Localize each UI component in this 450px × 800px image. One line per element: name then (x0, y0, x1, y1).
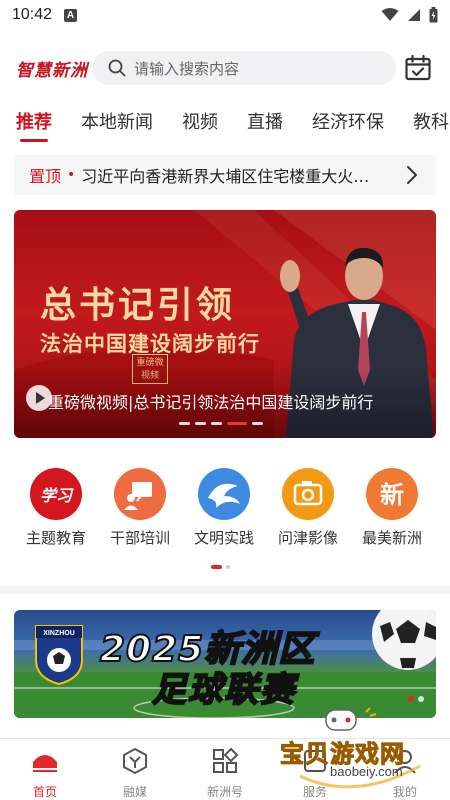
xuexi-icon: 学习 (30, 468, 82, 520)
section-divider (0, 586, 450, 594)
status-indicators (381, 7, 438, 23)
pagination-dot-active[interactable] (227, 422, 247, 425)
quick-entry-civilization-practice[interactable]: 文明实践 (182, 468, 266, 548)
quick-entry-theme-education[interactable]: 学习 主题教育 (14, 468, 98, 548)
pinned-headline: 习近平向香港新界大埔区住宅楼重大火灾遇难者表示深切哀悼 (81, 167, 386, 186)
tab-video[interactable]: 视频 (182, 104, 218, 144)
team-badge-icon: XINZHOU (35, 625, 83, 686)
category-tabs: 推荐 本地新闻 视频 直播 经济环保 教科 (0, 104, 450, 144)
nav-home[interactable]: 首页 (0, 739, 90, 800)
banner-pagination (179, 422, 263, 425)
watermark-url: baobeiy.com (330, 764, 403, 779)
nav-label: 融媒 (122, 785, 147, 799)
pinned-news-item[interactable]: 置顶 • 习近平向香港新界大埔区住宅楼重大火灾遇难者表示深切哀悼 (14, 155, 436, 195)
status-time: 10:42 (12, 6, 53, 23)
banner-caption: 重磅微视频|总书记引领法治中国建设阔步前行 (48, 393, 374, 412)
search-input[interactable]: 请输入搜索内容 (92, 51, 396, 85)
tab-recommend[interactable]: 推荐 (16, 104, 52, 144)
pagination-dot-active[interactable] (211, 565, 222, 569)
chevron-right-icon (407, 166, 417, 184)
banner-carousel[interactable]: 总书记引领 法治中国建设阔步前行 重磅微视频 重磅微视频|总书记引领法治中国建设… (14, 210, 436, 438)
quick-entry-wenjin-images[interactable]: 问津影像 (266, 468, 350, 548)
quick-entry-label: 文明实践 (193, 529, 254, 547)
pagination-dot[interactable] (195, 422, 206, 425)
quick-entry-label: 主题教育 (25, 529, 86, 547)
quick-entry-beautiful-xinzhou[interactable]: 新 最美新洲 (350, 468, 434, 548)
pagination-dot-active[interactable] (408, 696, 414, 702)
tab-live[interactable]: 直播 (247, 104, 283, 144)
xin-icon: 新 (366, 468, 418, 520)
tab-economy-environment[interactable]: 经济环保 (312, 104, 384, 144)
soccer-ball-icon (372, 610, 436, 670)
tab-education[interactable]: 教科 (413, 104, 449, 144)
quick-entry-cadre-training[interactable]: 干部培训 (98, 468, 182, 548)
pinned-tag: 置顶 (29, 167, 62, 186)
quick-entry-label: 问津影像 (277, 529, 338, 547)
quick-entry-label: 最美新洲 (361, 529, 422, 547)
battery-icon (429, 7, 438, 23)
nav-xinzhou-account[interactable]: 新洲号 (180, 739, 270, 800)
media-icon (123, 747, 147, 775)
pagination-dot[interactable] (252, 422, 263, 425)
site-watermark: 宝贝游戏网 baobeiy.com (270, 706, 440, 798)
team-badge-text: XINZHOU (43, 630, 75, 637)
app-header: 智慧新洲 请输入搜索内容 (0, 50, 450, 88)
quick-entry-grid: 学习 主题教育 干部培训 文明实践 问津影像 新 最美新洲 (0, 468, 450, 558)
wifi-icon (381, 8, 399, 21)
apps-icon (213, 747, 239, 773)
status-bar: 10:42 A (0, 0, 450, 30)
svg-text:学习: 学习 (40, 486, 74, 505)
notification-icon: A (64, 8, 78, 22)
pinned-separator: • (67, 167, 76, 183)
pagination-dot[interactable] (211, 422, 222, 425)
civilization-icon (198, 468, 250, 520)
search-placeholder: 请输入搜索内容 (134, 59, 240, 78)
calendar-check-icon[interactable] (404, 54, 432, 82)
pagination-dot[interactable] (179, 422, 190, 425)
svg-text:新: 新 (380, 480, 404, 509)
nav-media[interactable]: 融媒 (90, 739, 180, 800)
camera-icon (282, 468, 334, 520)
search-icon (108, 59, 126, 77)
pagination-dot[interactable] (418, 696, 424, 702)
pagination-dot[interactable] (226, 565, 230, 569)
tab-local-news[interactable]: 本地新闻 (81, 104, 153, 144)
banner-headline: 总书记引领 (40, 284, 236, 326)
quick-entry-pagination (211, 565, 230, 569)
quick-entry-label: 干部培训 (109, 529, 170, 547)
home-icon (33, 755, 57, 772)
soccer-title-line2: 足球联赛 (151, 669, 296, 711)
nav-label: 首页 (32, 785, 57, 799)
soccer-pagination (408, 696, 424, 702)
soccer-league-banner[interactable]: XINZHOU 2025新洲区 足球联赛 (14, 610, 436, 718)
app-logo: 智慧新洲 (16, 61, 88, 81)
nav-label: 新洲号 (206, 785, 243, 799)
training-icon (114, 468, 166, 520)
signal-icon (408, 9, 420, 21)
